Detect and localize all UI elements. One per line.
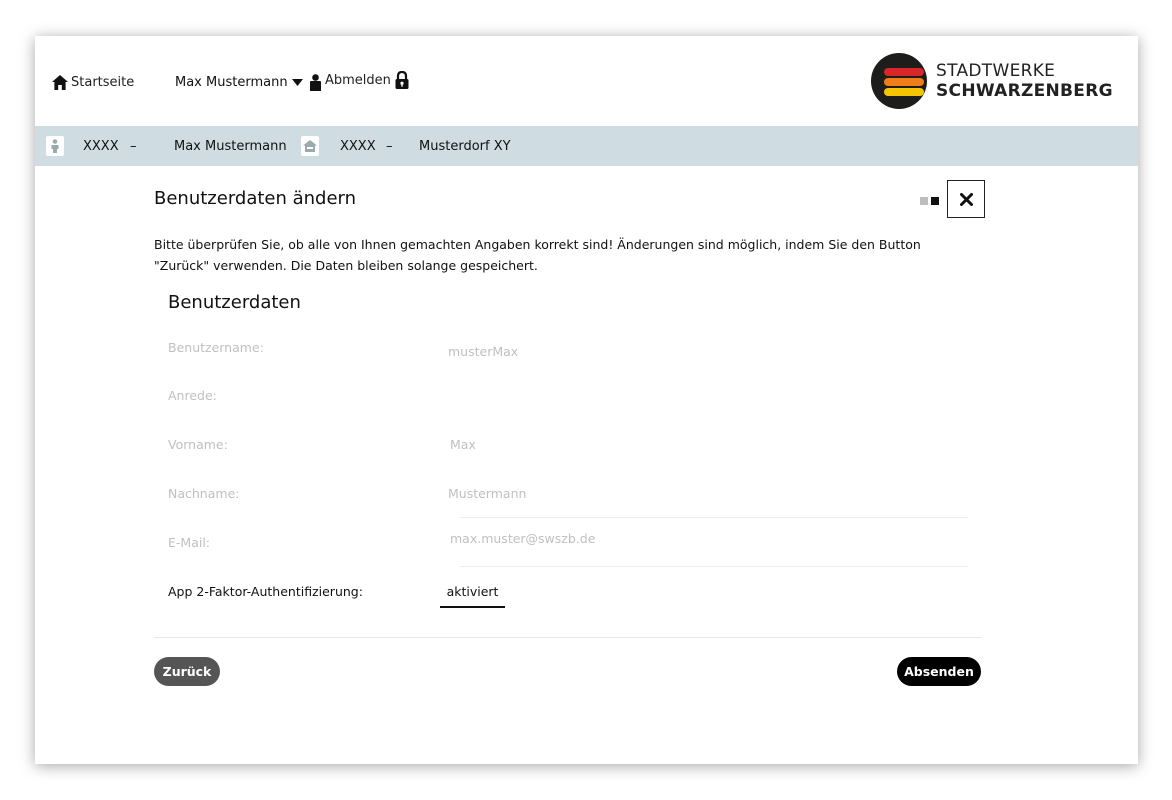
logo-mark bbox=[871, 53, 927, 109]
caret-down-icon bbox=[291, 78, 303, 86]
field-value: max.muster@swszb.de bbox=[450, 531, 596, 546]
top-header: Startseite Max Mustermann Abmelden STADT… bbox=[35, 36, 1138, 126]
customer-info-bar: XXXX – Max Mustermann XXXX – Musterdorf … bbox=[35, 126, 1138, 166]
field-label: Vorname: bbox=[168, 437, 228, 452]
user-icon bbox=[309, 73, 321, 91]
field-salutation: Anrede: bbox=[168, 388, 968, 434]
row-divider bbox=[460, 566, 968, 567]
field-label: Benutzername: bbox=[168, 340, 264, 355]
field-value: Max bbox=[450, 437, 476, 452]
close-button[interactable] bbox=[947, 180, 985, 218]
twofa-label: App 2-Faktor-Authentifizierung: bbox=[168, 584, 363, 599]
property-separator: – bbox=[386, 138, 393, 154]
home-link[interactable]: Startseite bbox=[52, 72, 134, 92]
step-dot-inactive bbox=[920, 197, 928, 205]
property-location: Musterdorf XY bbox=[419, 138, 511, 154]
customer-name: Max Mustermann bbox=[174, 138, 287, 154]
page-title: Benutzerdaten ändern bbox=[154, 188, 357, 209]
field-lastname: Nachname: Mustermann bbox=[168, 486, 968, 532]
lock-icon bbox=[395, 71, 409, 89]
field-label: Nachname: bbox=[168, 486, 240, 501]
field-label: Anrede: bbox=[168, 388, 217, 403]
field-label: E-Mail: bbox=[168, 535, 211, 550]
step-dot-active bbox=[931, 197, 939, 205]
logout-label: Abmelden bbox=[325, 72, 391, 88]
home-icon bbox=[52, 74, 68, 90]
customer-number: XXXX bbox=[83, 138, 119, 154]
back-button[interactable]: Zurück bbox=[154, 657, 220, 686]
user-name: Max Mustermann bbox=[175, 74, 288, 90]
field-firstname: Vorname: Max bbox=[168, 437, 968, 483]
person-card-icon bbox=[46, 136, 64, 156]
logo-line-2: SCHWARZENBERG bbox=[936, 81, 1113, 101]
property-number: XXXX bbox=[340, 138, 376, 154]
field-username: Benutzername: musterMax bbox=[168, 340, 968, 386]
stadtwerke-logo[interactable]: STADTWERKE SCHWARZENBERG bbox=[871, 53, 1121, 109]
field-value: musterMax bbox=[448, 344, 519, 359]
app-window: Startseite Max Mustermann Abmelden STADT… bbox=[35, 36, 1138, 764]
house-icon bbox=[301, 136, 319, 156]
content-divider bbox=[154, 637, 981, 638]
section-title: Benutzerdaten bbox=[168, 292, 301, 313]
submit-button[interactable]: Absenden bbox=[897, 657, 981, 686]
user-menu[interactable]: Max Mustermann bbox=[175, 72, 322, 92]
intro-text: Bitte überprüfen Sie, ob alle von Ihnen … bbox=[154, 237, 921, 273]
customer-separator: – bbox=[130, 138, 137, 154]
logo-text: STADTWERKE SCHWARZENBERG bbox=[936, 61, 1113, 101]
logout-link[interactable]: Abmelden bbox=[325, 69, 409, 91]
field-value: Mustermann bbox=[448, 486, 527, 501]
row-divider bbox=[460, 517, 968, 518]
field-email: E-Mail: max.muster@swszb.de bbox=[168, 531, 968, 581]
close-icon bbox=[959, 192, 973, 206]
logo-line-1: STADTWERKE bbox=[936, 61, 1056, 81]
twofa-status[interactable]: aktiviert bbox=[440, 576, 505, 608]
home-link-label: Startseite bbox=[71, 74, 135, 90]
step-indicator bbox=[920, 197, 942, 205]
